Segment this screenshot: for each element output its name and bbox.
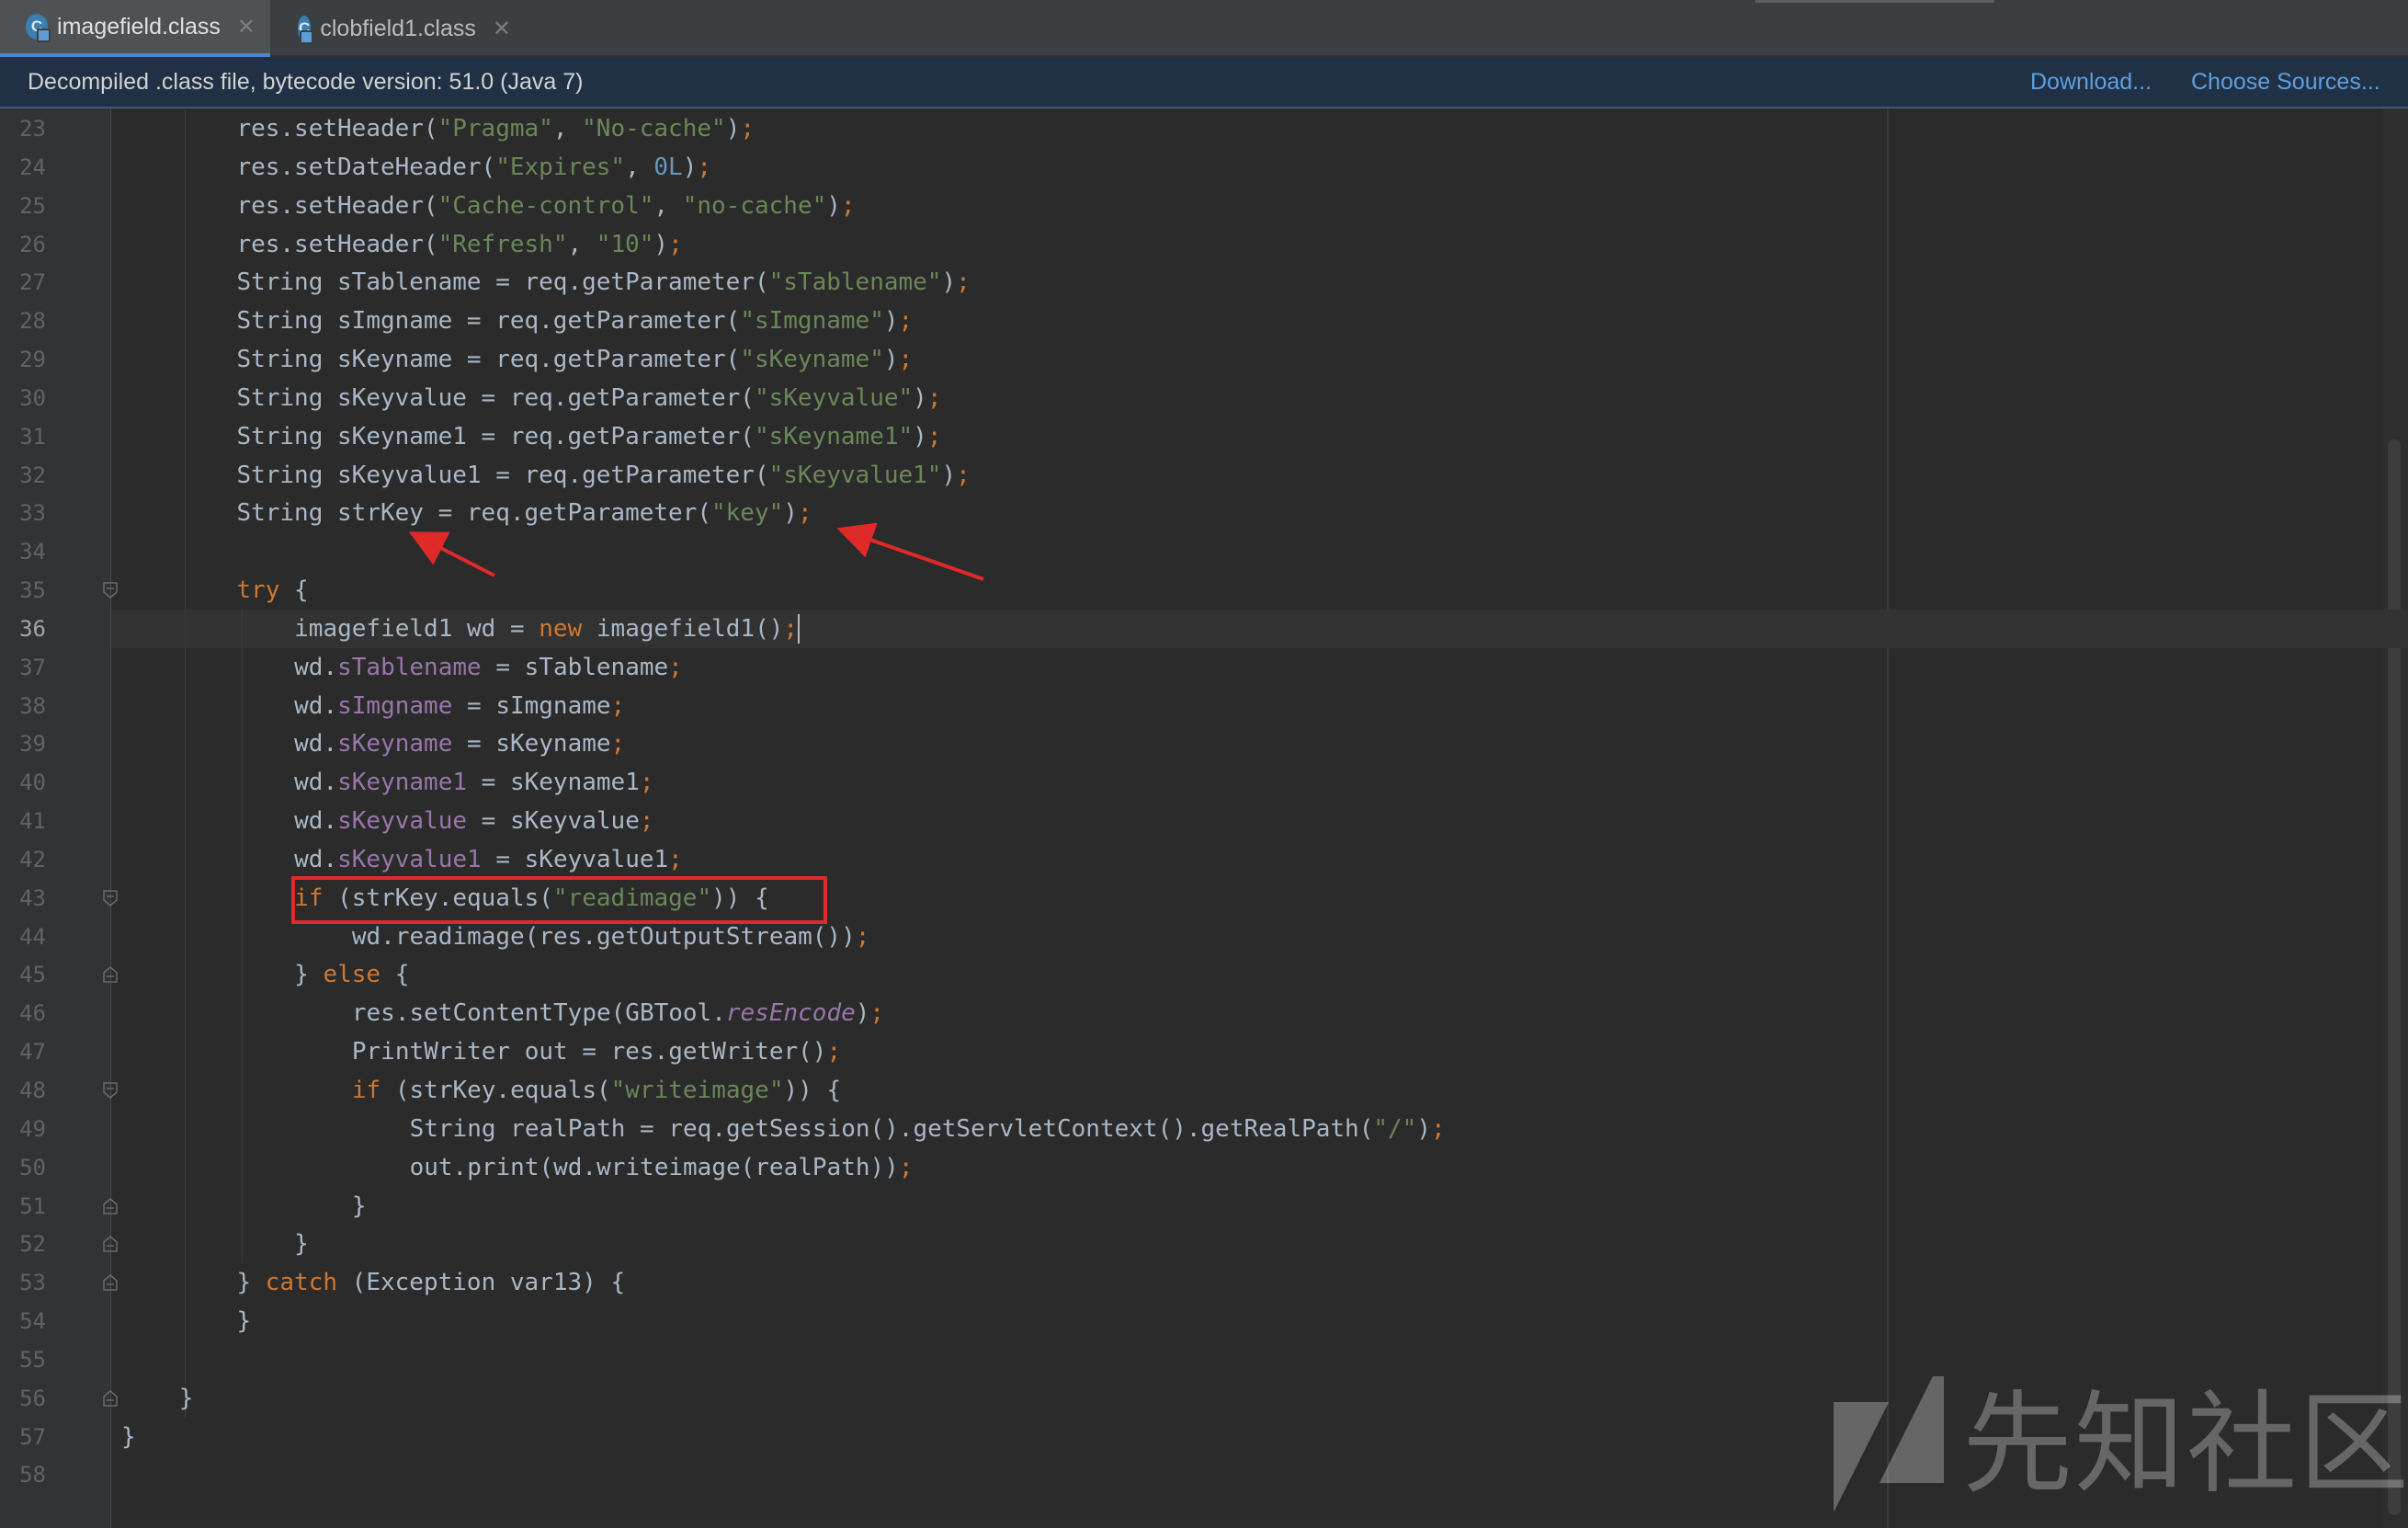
choose-sources-link[interactable]: Choose Sources... bbox=[2191, 57, 2380, 107]
arrow-to-key-param bbox=[836, 522, 984, 581]
tab-label: clobfield1.class bbox=[320, 15, 476, 41]
close-icon[interactable]: ✕ bbox=[493, 16, 511, 42]
annotation-arrows bbox=[408, 522, 984, 581]
class-file-icon: C bbox=[26, 14, 51, 42]
tab-imagefield-class[interactable]: C imagefield.class ✕ bbox=[0, 0, 270, 57]
watermark-logo: 先知社区 bbox=[1815, 1374, 2408, 1522]
close-icon[interactable]: ✕ bbox=[237, 14, 256, 40]
watermark-text: 先知社区 bbox=[1962, 1381, 2408, 1509]
class-file-icon: C bbox=[298, 16, 314, 44]
tab-clobfield1-class[interactable]: C clobfield1.class ✕ bbox=[272, 0, 526, 57]
watermark-icon bbox=[1834, 1376, 1944, 1512]
tab-scroll-indicator bbox=[1755, 0, 1994, 3]
editor-tab-bar: C imagefield.class ✕ C clobfield1.class … bbox=[0, 0, 2408, 57]
tab-label: imagefield.class bbox=[57, 13, 221, 40]
download-link[interactable]: Download... bbox=[2030, 57, 2152, 107]
code-editor[interactable]: 23 res.setHeader("Pragma", "No-cache"); 24… bbox=[0, 108, 2408, 1528]
banner-message: Decompiled .class file, bytecode version… bbox=[28, 69, 584, 95]
highlight-box-readimage-condition bbox=[291, 876, 827, 924]
decompiled-banner: Decompiled .class file, bytecode version… bbox=[0, 57, 2408, 108]
arrow-to-strKey bbox=[408, 531, 495, 577]
